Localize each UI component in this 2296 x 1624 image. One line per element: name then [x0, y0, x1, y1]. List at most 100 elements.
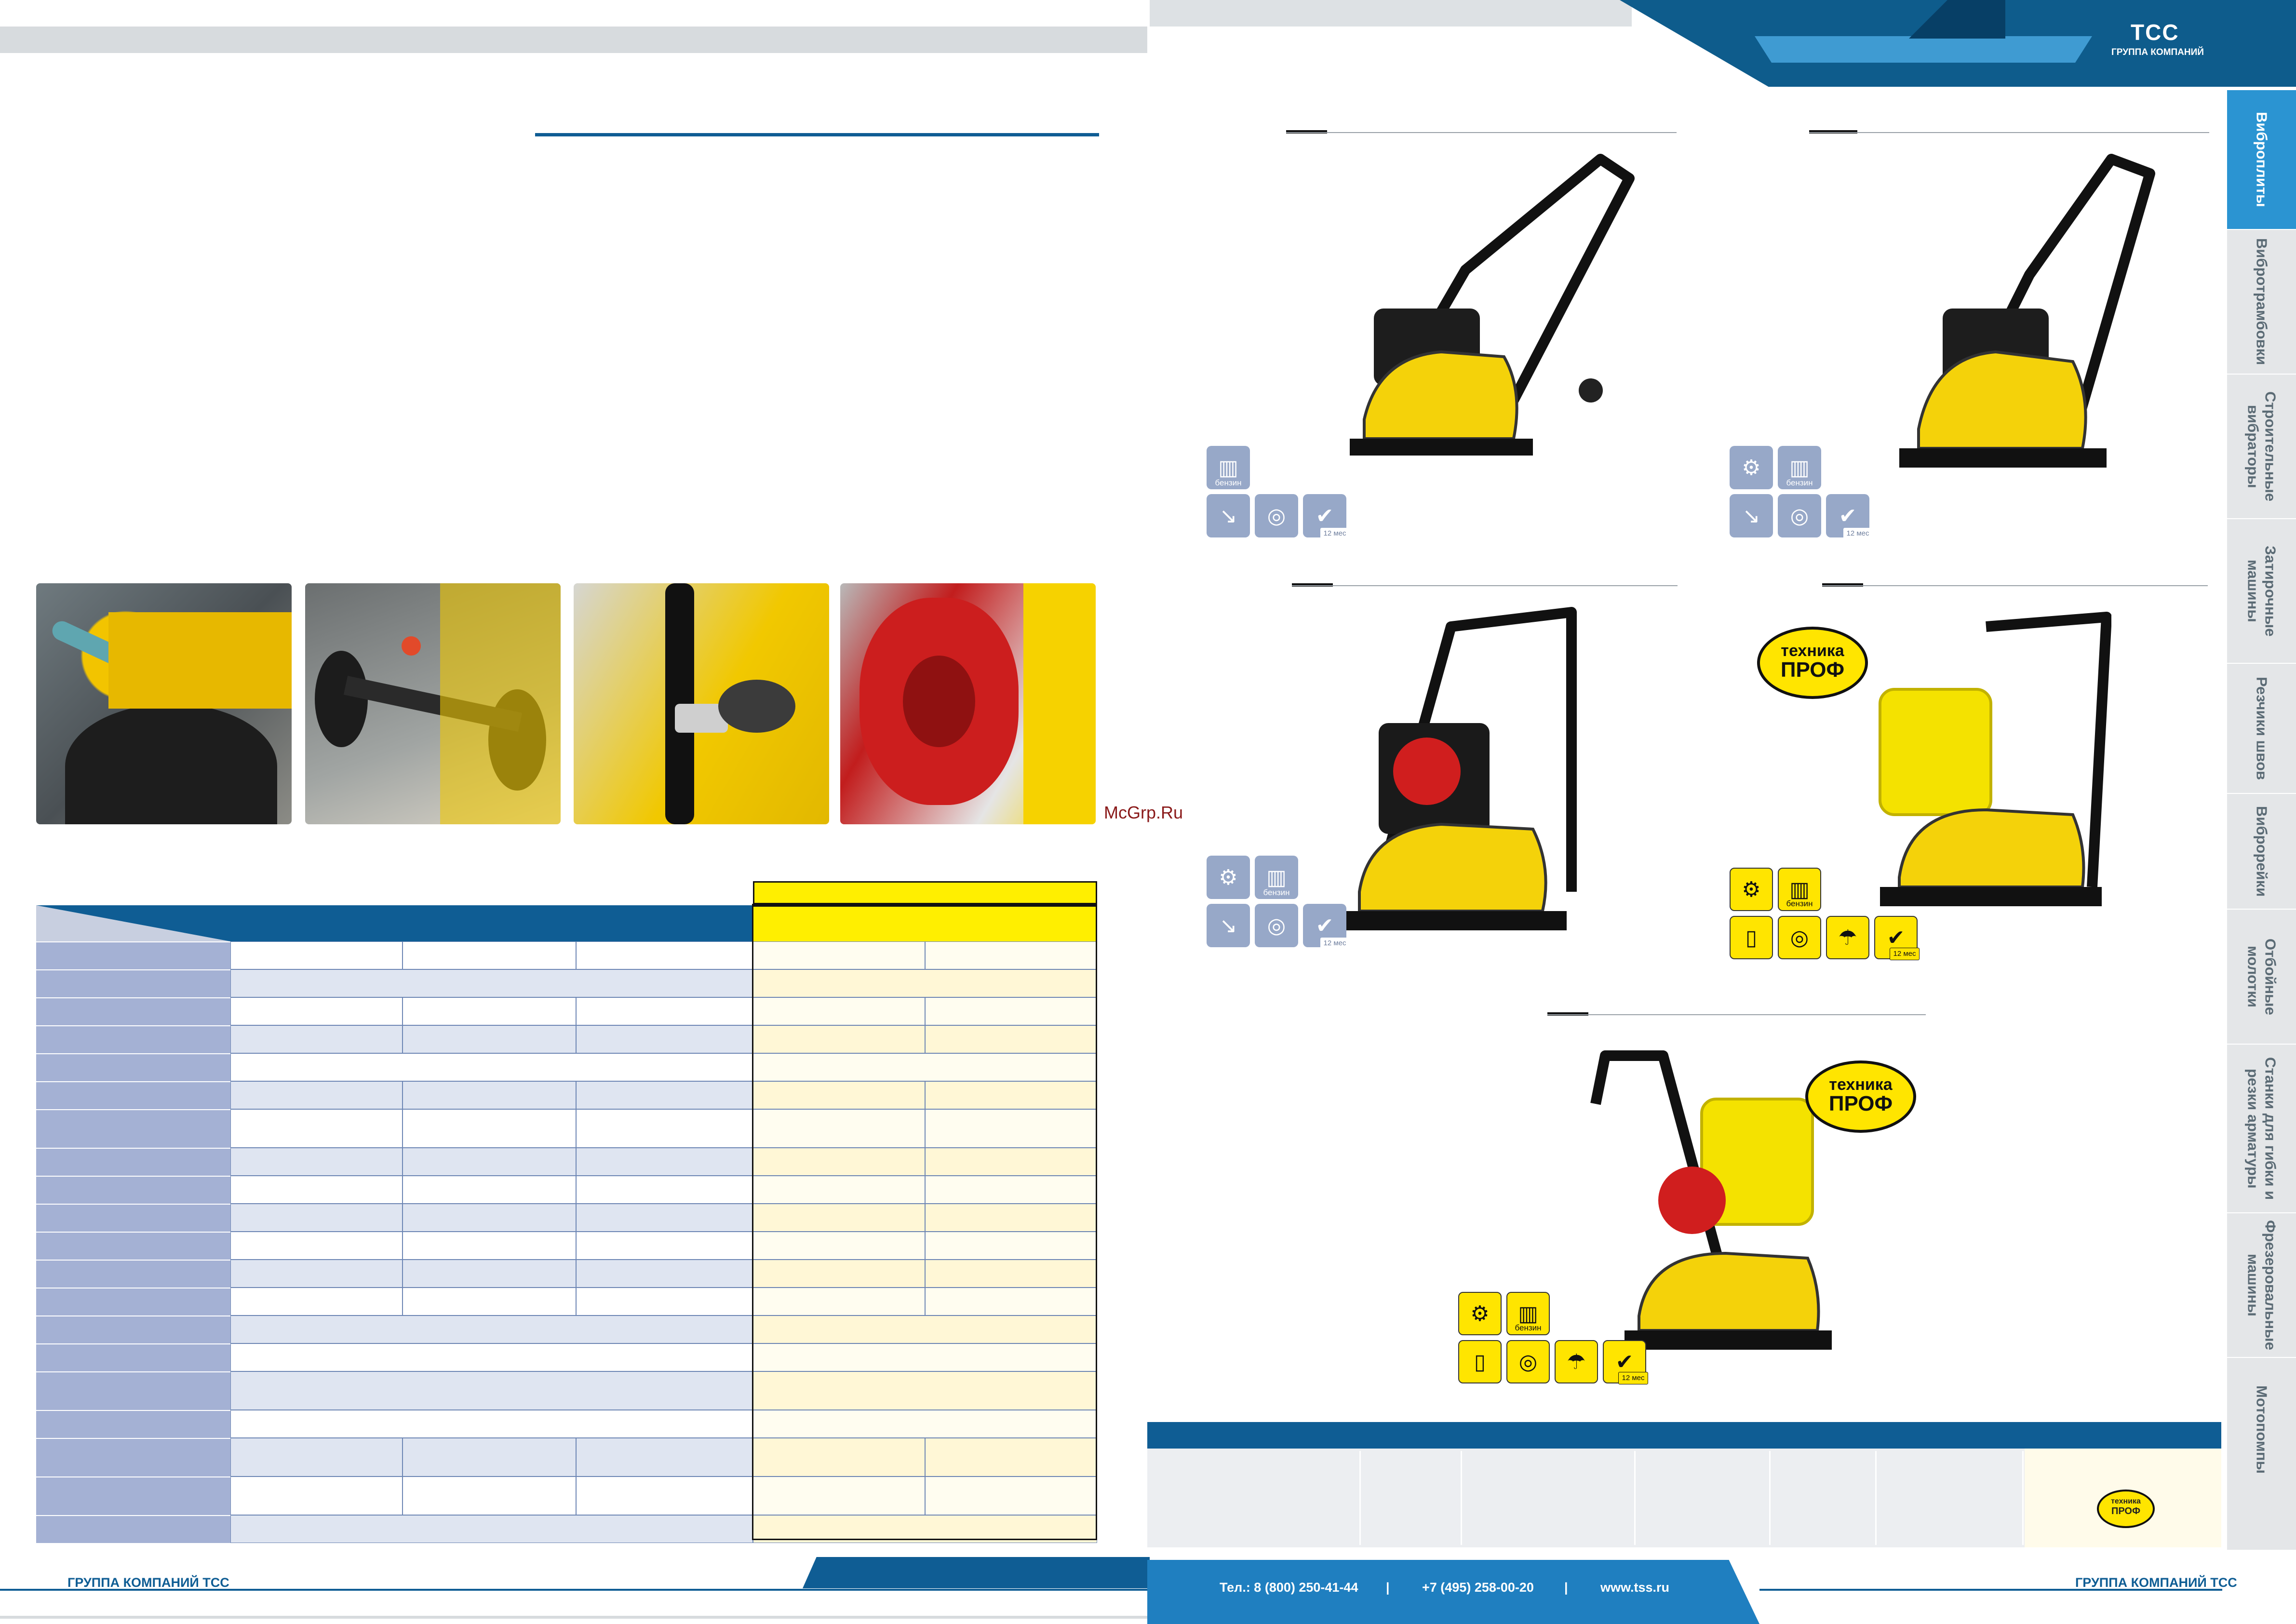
table-row-label	[36, 1232, 230, 1260]
table-cell	[230, 1260, 403, 1288]
product-2-image	[1899, 154, 2155, 468]
legend-divider	[1359, 1451, 1361, 1545]
sidebar-item-4[interactable]: Затирочные машины	[2227, 518, 2296, 663]
warranty-check-icon: ✔12 мес	[1303, 494, 1349, 539]
legend-badge-line2: ПРОФ	[2111, 1506, 2141, 1517]
warranty-label: 12 мес	[1320, 528, 1349, 539]
table-cell	[753, 969, 1097, 997]
product-2-rule	[1809, 132, 2209, 133]
table-row-label	[36, 1476, 230, 1515]
table-cell	[230, 1371, 753, 1410]
table-header-prof	[753, 905, 1097, 941]
compaction-icon: ↘	[1730, 494, 1773, 537]
product-1-image	[1350, 154, 1635, 456]
photo-handle-clamp	[574, 583, 829, 824]
sidebar-item-label: Станки для гибки и резки арматуры	[2244, 1057, 2279, 1200]
sidebar-item-10[interactable]: Мотопомпы	[2227, 1357, 2296, 1502]
table-cell	[925, 1288, 1097, 1315]
table-cell	[753, 1438, 925, 1476]
table-cell	[753, 1343, 1097, 1371]
table-cell	[925, 1176, 1097, 1204]
sprinkler-icon: ☂	[1826, 916, 1869, 959]
sidebar-item-7[interactable]: Отбойные молотки	[2227, 909, 2296, 1044]
sidebar-item-label: Отбойные молотки	[2244, 938, 2279, 1015]
table-cell	[230, 1148, 403, 1176]
table-cell	[753, 1410, 1097, 1438]
section-rule	[535, 133, 1099, 136]
warranty-check-icon: ✔12 мес	[1826, 494, 1872, 539]
prof-badge: техника ПРОФ	[1757, 627, 1868, 699]
table-cell	[925, 1232, 1097, 1260]
table-cell	[753, 1371, 1097, 1410]
sidebar-item-3[interactable]: Строительные вибраторы	[2227, 374, 2296, 518]
water-tank-icon: ▯	[1730, 916, 1773, 959]
top-bar-left	[0, 27, 1147, 53]
sidebar-item-1[interactable]: Виброплиты	[2227, 89, 2296, 229]
table-cell	[576, 1232, 753, 1260]
table-cell	[753, 1176, 925, 1204]
table-cell	[753, 1288, 925, 1315]
table-cell	[753, 1476, 925, 1515]
sidebar-item-9[interactable]: Фрезеровальные машины	[2227, 1212, 2296, 1357]
table-row-label	[36, 1288, 230, 1315]
table-row-label	[36, 969, 230, 997]
table-row-label	[36, 1109, 230, 1148]
table-row-label	[36, 1315, 230, 1343]
engine-icon: ⚙	[1730, 446, 1773, 489]
table-cell	[403, 997, 576, 1025]
legend-divider	[1875, 1451, 1877, 1545]
bottom-strip-left	[0, 1616, 1147, 1619]
footer-separator: |	[1564, 1580, 1568, 1595]
legend-divider	[1461, 1451, 1462, 1545]
table-row-label	[36, 1148, 230, 1176]
table-cell	[925, 1438, 1097, 1476]
company-logo[interactable]: TCC ГРУППА КОМПАНИЙ	[2107, 19, 2222, 72]
watermark: McGrp.Ru	[1104, 803, 1183, 822]
table-cell	[753, 1148, 925, 1176]
table-cell	[753, 997, 925, 1025]
sidebar-item-label: Мотопомпы	[2253, 1385, 2270, 1474]
table-cell	[576, 997, 753, 1025]
table-cell	[230, 941, 403, 969]
fuel-can-icon: ▥бензин	[1207, 446, 1250, 489]
fuel-label: бензин	[1786, 478, 1813, 487]
table-cell	[576, 941, 753, 969]
sidebar-item-8[interactable]: Станки для гибки и резки арматуры	[2227, 1044, 2296, 1212]
table-cell	[576, 1204, 753, 1232]
sidebar-item-label: Затирочные машины	[2244, 545, 2279, 637]
table-cell	[753, 1053, 1097, 1081]
table-cell	[403, 1260, 576, 1288]
table-cell	[753, 1204, 925, 1232]
table-row-label	[36, 1438, 230, 1476]
engine-icon: ⚙	[1207, 856, 1250, 899]
table-cell	[230, 1343, 753, 1371]
table-cell	[925, 1148, 1097, 1176]
legend-header	[1147, 1422, 2221, 1449]
table-row-label	[36, 1343, 230, 1371]
fuel-label: бензин	[1515, 1323, 1542, 1332]
table-cell	[576, 1260, 753, 1288]
table-cell	[403, 1081, 576, 1109]
table-cell	[753, 1315, 1097, 1343]
footer-separator: |	[1386, 1580, 1390, 1595]
table-cell	[753, 1025, 925, 1053]
warranty-check-icon: ✔12 мес	[1303, 904, 1349, 949]
product-1-rule	[1286, 132, 1677, 133]
table-cell	[230, 1081, 403, 1109]
table-row-label	[36, 1410, 230, 1438]
table-cell	[925, 1109, 1097, 1148]
sidebar-item-6[interactable]: Виброрейки	[2227, 793, 2296, 909]
sidebar-item-5[interactable]: Резчики швов	[2227, 663, 2296, 793]
footer-phone-1[interactable]: Тел.: 8 (800) 250-41-44	[1220, 1580, 1358, 1595]
product-4-rule	[1822, 585, 2208, 586]
footer-site-link[interactable]: www.tss.ru	[1600, 1580, 1669, 1595]
fuel-can-icon: ▥бензин	[1506, 1292, 1550, 1335]
legend-divider	[2022, 1451, 2024, 1545]
table-cell	[925, 1204, 1097, 1232]
table-cell	[925, 1476, 1097, 1515]
sidebar-item-2[interactable]: Вибротрамбовки	[2227, 229, 2296, 374]
sidebar-item-label: Резчики швов	[2253, 676, 2270, 780]
table-cell	[403, 1438, 576, 1476]
footer-phone-2[interactable]: +7 (495) 258-00-20	[1422, 1580, 1534, 1595]
fuel-can-icon: ▥бензин	[1778, 868, 1821, 911]
